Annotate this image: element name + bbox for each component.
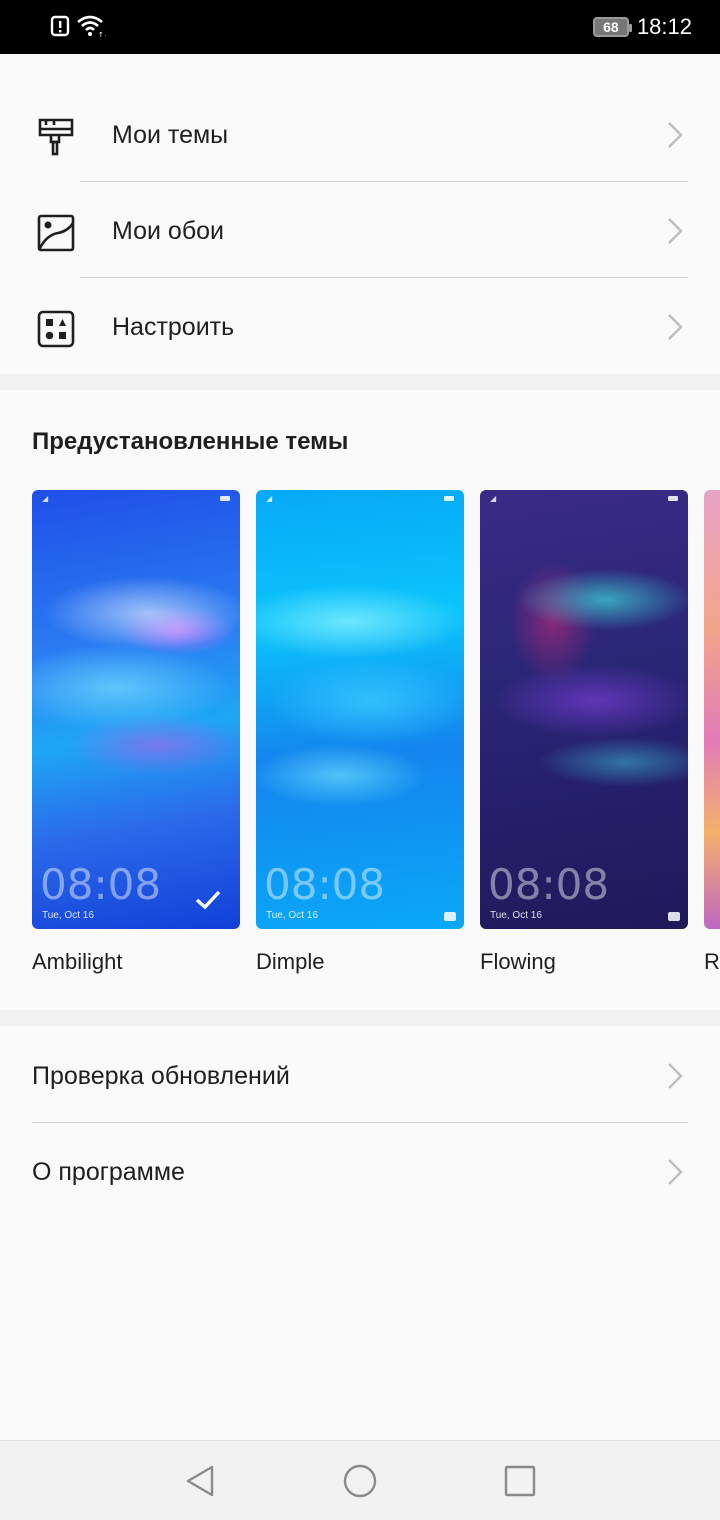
menu-item-label: Мои обои <box>112 216 225 245</box>
battery-icon <box>444 496 454 501</box>
signal-icon: ◢ <box>266 494 273 503</box>
theme-thumbnail[interactable]: ◢ 08:08 Tue, Oct 16 <box>480 490 688 929</box>
menu-item-my-wallpapers[interactable]: Мои обои <box>0 183 720 279</box>
divider <box>80 277 688 278</box>
status-right: 68 18:12 <box>592 14 692 40</box>
home-icon[interactable] <box>342 1463 378 1499</box>
menu-item-label: О программе <box>32 1157 185 1186</box>
section-title: Предустановленные темы <box>32 428 349 455</box>
camera-icon <box>668 912 680 921</box>
menu-item-customize[interactable]: Настроить <box>0 279 720 375</box>
lockscreen-date: Tue, Oct 16 <box>42 910 94 921</box>
theme-thumbnail[interactable]: ◢ 08:08 Tue, Oct 16 <box>256 490 464 929</box>
theme-card-partial[interactable]: Ra <box>704 490 720 975</box>
lockscreen-time: 08:08 <box>264 860 386 909</box>
menu-item-label: Мои темы <box>112 120 229 149</box>
theme-card-ambilight[interactable]: ◢ 08:08 Tue, Oct 16 Ambilight <box>32 490 240 975</box>
status-bar: ↑↓ 68 18:12 <box>0 0 720 54</box>
theme-card-dimple[interactable]: ◢ 08:08 Tue, Oct 16 Dimple <box>256 490 464 975</box>
wifi-icon: ↑↓ <box>77 15 106 38</box>
menu-item-label: Проверка обновлений <box>32 1061 290 1090</box>
chevron-right-icon <box>668 1159 683 1185</box>
theme-name: Ambilight <box>32 949 123 974</box>
chevron-right-icon <box>668 218 683 244</box>
preinstalled-themes-card: Предустановленные темы ◢ 08:08 Tue, Oct … <box>0 390 720 1010</box>
alert-icon <box>50 15 70 37</box>
svg-text:↑↓: ↑↓ <box>98 31 106 38</box>
battery-indicator: 68 <box>592 17 632 37</box>
divider <box>32 1122 688 1123</box>
customize-icon <box>37 310 75 348</box>
chevron-right-icon <box>668 122 683 148</box>
lockscreen-time: 08:08 <box>488 860 610 909</box>
menu-item-check-updates[interactable]: Проверка обновлений <box>0 1028 720 1124</box>
recents-icon[interactable] <box>502 1463 538 1499</box>
lockscreen-time: 08:08 <box>40 860 162 909</box>
battery-icon <box>668 496 678 501</box>
wallpaper-icon <box>37 214 75 252</box>
camera-icon <box>444 912 456 921</box>
check-icon <box>195 890 221 910</box>
lockscreen-date: Tue, Oct 16 <box>490 910 542 921</box>
theme-thumbnail[interactable] <box>704 490 720 929</box>
chevron-right-icon <box>668 1063 683 1089</box>
theme-name: Dimple <box>256 949 325 974</box>
footer-menu-card: Проверка обновлений О программе <box>0 1026 720 1440</box>
divider <box>80 181 688 182</box>
status-time: 18:12 <box>636 14 692 39</box>
status-left: ↑↓ <box>50 14 106 38</box>
chevron-right-icon <box>668 314 683 340</box>
theme-name: Flowing <box>480 949 556 974</box>
paintbrush-icon <box>38 118 74 156</box>
signal-icon: ◢ <box>42 494 49 503</box>
main-menu-card: Мои темы Мои обои Настроить <box>0 54 720 374</box>
battery-level: 68 <box>603 19 619 35</box>
signal-icon: ◢ <box>490 494 497 503</box>
battery-icon <box>220 496 230 501</box>
back-icon[interactable] <box>182 1463 218 1499</box>
lockscreen-date: Tue, Oct 16 <box>266 910 318 921</box>
navigation-bar <box>0 1440 720 1520</box>
menu-item-label: Настроить <box>112 312 235 341</box>
theme-name: Ra <box>704 949 720 974</box>
menu-item-my-themes[interactable]: Мои темы <box>0 87 720 183</box>
menu-item-about[interactable]: О программе <box>0 1124 720 1220</box>
theme-thumbnail[interactable]: ◢ 08:08 Tue, Oct 16 <box>32 490 240 929</box>
theme-card-flowing[interactable]: ◢ 08:08 Tue, Oct 16 Flowing <box>480 490 688 975</box>
